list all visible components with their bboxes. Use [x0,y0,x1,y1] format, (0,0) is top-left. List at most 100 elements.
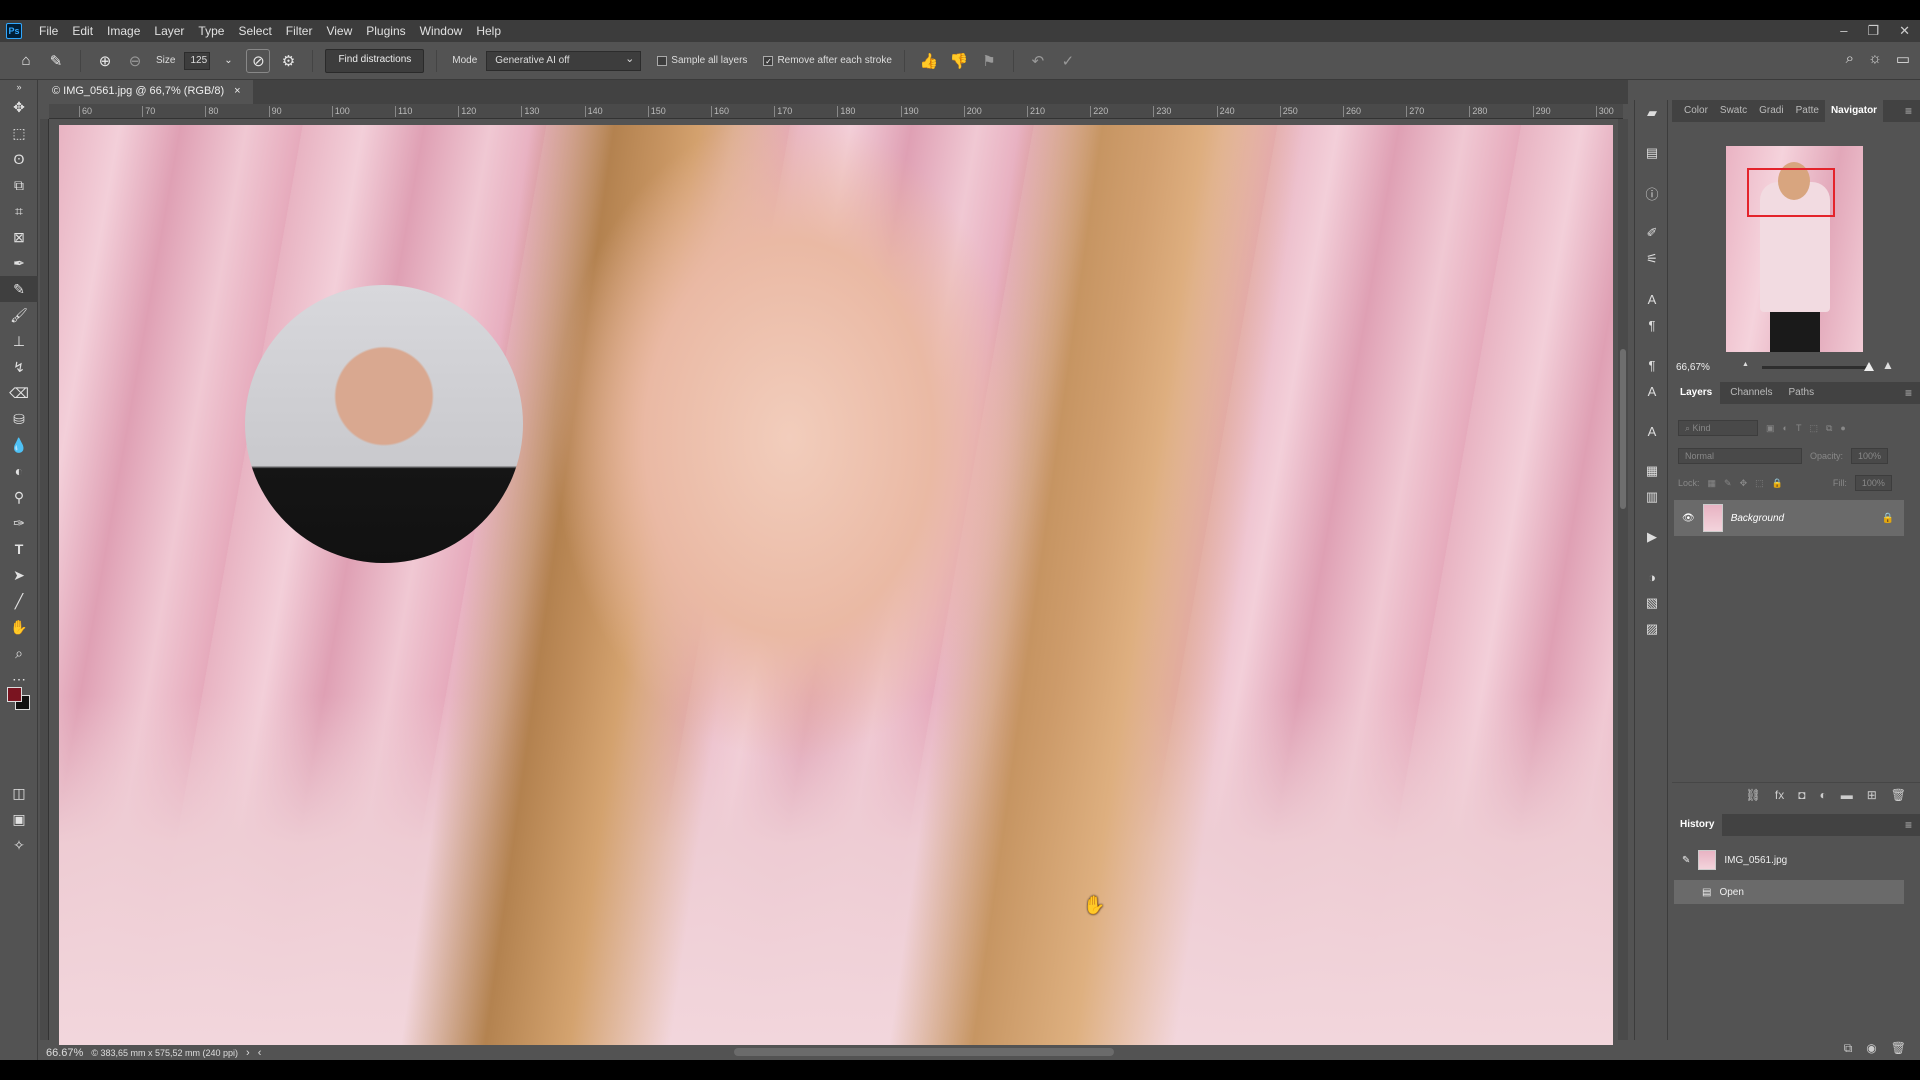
adjustment-layer-icon[interactable]: ◐ [1819,788,1826,802]
menu-view[interactable]: View [319,20,359,42]
paragraph-styles-icon[interactable]: ¶ [1635,352,1669,378]
layer-name[interactable]: Background [1731,513,1784,524]
ruler-icon[interactable]: ▤ [1635,140,1669,166]
filter-adjustment-icon[interactable]: ◐ [1783,423,1788,433]
home-icon[interactable]: ⌂ [14,49,38,73]
remove-tool-icon[interactable]: ✎ [0,276,38,302]
tab-paths[interactable]: Paths [1783,382,1821,404]
menu-edit[interactable]: Edit [65,20,100,42]
filter-smart-object-icon[interactable]: ⧉ [1826,423,1832,434]
layer-lock-icon[interactable]: 🔒 [1882,513,1894,524]
adjustments-icon[interactable]: ⚟ [1635,246,1669,272]
canvas-image[interactable]: ✋ [59,125,1613,1045]
sample-all-layers-checkbox[interactable]: Sample all layers [657,55,747,66]
actions-play-icon[interactable]: ▶ [1635,524,1669,550]
subtract-brush-mode-icon[interactable]: ⊖ [123,49,147,73]
history-state-open[interactable]: ▤ Open [1674,880,1904,904]
close-button[interactable]: ✕ [1899,20,1910,42]
gear-icon[interactable]: ⚙ [276,49,300,73]
foreground-color-swatch[interactable] [7,687,22,702]
crop-tool-icon[interactable]: ⌗ [0,198,38,224]
info-icon[interactable]: ⓘ [1635,180,1669,206]
styles-icon[interactable]: ◑ [1635,564,1669,590]
menu-help[interactable]: Help [469,20,508,42]
thumbs-up-icon[interactable]: 👍 [917,49,941,73]
search-icon[interactable]: ⌕ [1846,50,1854,68]
quick-mask-icon[interactable]: ◫ [0,780,38,806]
new-snapshot-icon[interactable]: ◉ [1866,1041,1876,1055]
status-arrow-icon[interactable]: › [246,1047,250,1059]
filter-pixel-icon[interactable]: ▣ [1766,423,1775,434]
menu-image[interactable]: Image [100,20,147,42]
marquee-tool-icon[interactable]: ⬚ [0,120,38,146]
horizontal-scrollbar[interactable] [734,1048,1114,1056]
lasso-tool-icon[interactable]: ʘ [0,146,38,172]
menu-plugins[interactable]: Plugins [359,20,412,42]
blend-mode-select[interactable]: Normal [1678,448,1802,464]
minimize-button[interactable]: – [1840,20,1847,42]
zoom-in-icon[interactable]: ▲ [1882,358,1894,372]
menu-file[interactable]: File [32,20,65,42]
filter-toggle-icon[interactable]: ● [1840,423,1845,433]
mode-select[interactable]: Generative AI off [486,50,642,71]
tab-swatches[interactable]: Swatc [1714,100,1753,122]
workspace-icon[interactable]: ▭ [1896,50,1910,68]
swatches-panel-icon[interactable]: ▧ [1635,590,1669,616]
navigator-thumbnail[interactable] [1726,146,1863,352]
menu-type[interactable]: Type [191,20,231,42]
character-styles-icon[interactable]: A [1635,418,1669,444]
tab-layers[interactable]: Layers [1672,382,1721,404]
brush-settings-icon[interactable]: ✐ [1635,220,1669,246]
character-icon[interactable]: A [1635,286,1669,312]
chevron-down-icon[interactable]: ⌄ [216,49,240,73]
object-select-tool-icon[interactable]: ⧉ [0,172,38,198]
delete-layer-icon[interactable]: 🗑 [1891,788,1906,802]
eyedropper-tool-icon[interactable]: ✒ [0,250,38,276]
blur-tool-icon[interactable]: 💧 [0,432,38,458]
new-group-icon[interactable]: ▬ [1841,788,1853,802]
glyphs-icon[interactable]: A [1635,378,1669,404]
lock-pixels-icon[interactable]: ✎ [1724,478,1732,489]
dodge-tool-icon[interactable]: ◐ [0,458,38,484]
paragraph-icon[interactable]: ¶ [1635,312,1669,338]
properties-icon[interactable]: ▥ [1635,484,1669,510]
undo-icon[interactable]: ↶ [1026,49,1050,73]
visibility-eye-icon[interactable]: 👁 [1682,513,1695,524]
panel-menu-icon[interactable]: ≡ [1905,100,1912,122]
filter-shape-icon[interactable]: ⬚ [1809,423,1818,434]
brush-tool-icon[interactable]: 🖌 [0,302,38,328]
move-tool-icon[interactable]: ✥ [0,94,38,120]
hand-tool-icon[interactable]: ✋ [0,614,38,640]
find-distractions-button[interactable]: Find distractions [325,48,425,73]
tab-history[interactable]: History [1672,814,1723,836]
fill-input[interactable]: 100% [1854,475,1892,491]
zoom-out-icon[interactable]: ▲ [1742,361,1749,368]
menu-layer[interactable]: Layer [147,20,191,42]
flag-icon[interactable]: ⚑ [977,49,1001,73]
add-brush-mode-icon[interactable]: ⊕ [93,49,117,73]
document-tab[interactable]: © IMG_0561.jpg @ 66,7% (RGB/8) × [40,80,253,104]
sponge-tool-icon[interactable]: ⚲ [0,484,38,510]
history-brush-tool-icon[interactable]: ↯ [0,354,38,380]
tab-gradients[interactable]: Gradi [1753,100,1789,122]
link-layers-icon[interactable]: ⛓ [1746,788,1761,802]
restore-button[interactable]: ❐ [1867,20,1879,42]
scroll-thumb[interactable] [1620,349,1626,509]
tab-color[interactable]: Color [1678,100,1714,122]
paint-bucket-tool-icon[interactable]: ⛁ [0,406,38,432]
menu-window[interactable]: Window [413,20,470,42]
comments-icon[interactable]: ▰ [1635,100,1669,126]
navigator-zoom-value[interactable]: 66,67% [1676,362,1710,373]
delete-state-icon[interactable]: 🗑 [1891,1041,1906,1055]
commit-check-icon[interactable]: ✓ [1056,49,1080,73]
fx-icon[interactable]: fx [1775,788,1784,802]
type-tool-icon[interactable]: T [0,536,38,562]
lock-all-icon[interactable]: 🔒 [1772,478,1783,489]
lock-position-icon[interactable]: ✥ [1740,478,1748,489]
kind-filter-select[interactable]: ⌕ Kind [1678,420,1758,436]
tab-navigator[interactable]: Navigator [1824,100,1884,122]
tab-channels[interactable]: Channels [1720,382,1782,404]
remove-tool-preset-icon[interactable]: ✎ [44,49,68,73]
eraser-tool-icon[interactable]: ⌫ [0,380,38,406]
new-layer-icon[interactable]: ⊞ [1867,788,1877,802]
